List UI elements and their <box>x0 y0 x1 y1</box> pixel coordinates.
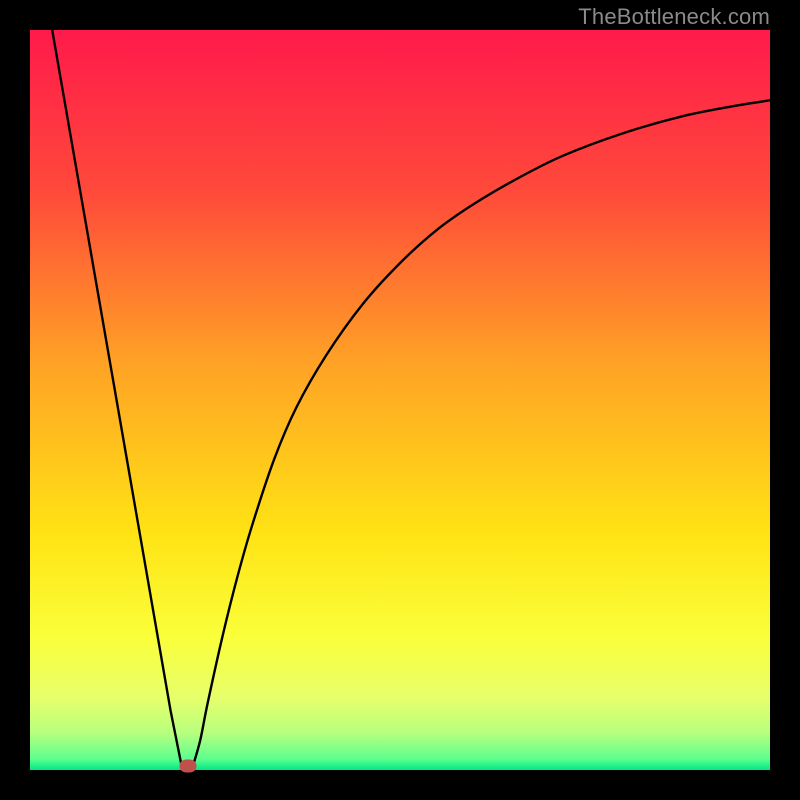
watermark-text: TheBottleneck.com <box>578 4 770 30</box>
minimum-marker <box>179 760 196 773</box>
chart-background <box>30 30 770 770</box>
chart-frame: TheBottleneck.com <box>0 0 800 800</box>
chart-plot <box>30 30 770 770</box>
